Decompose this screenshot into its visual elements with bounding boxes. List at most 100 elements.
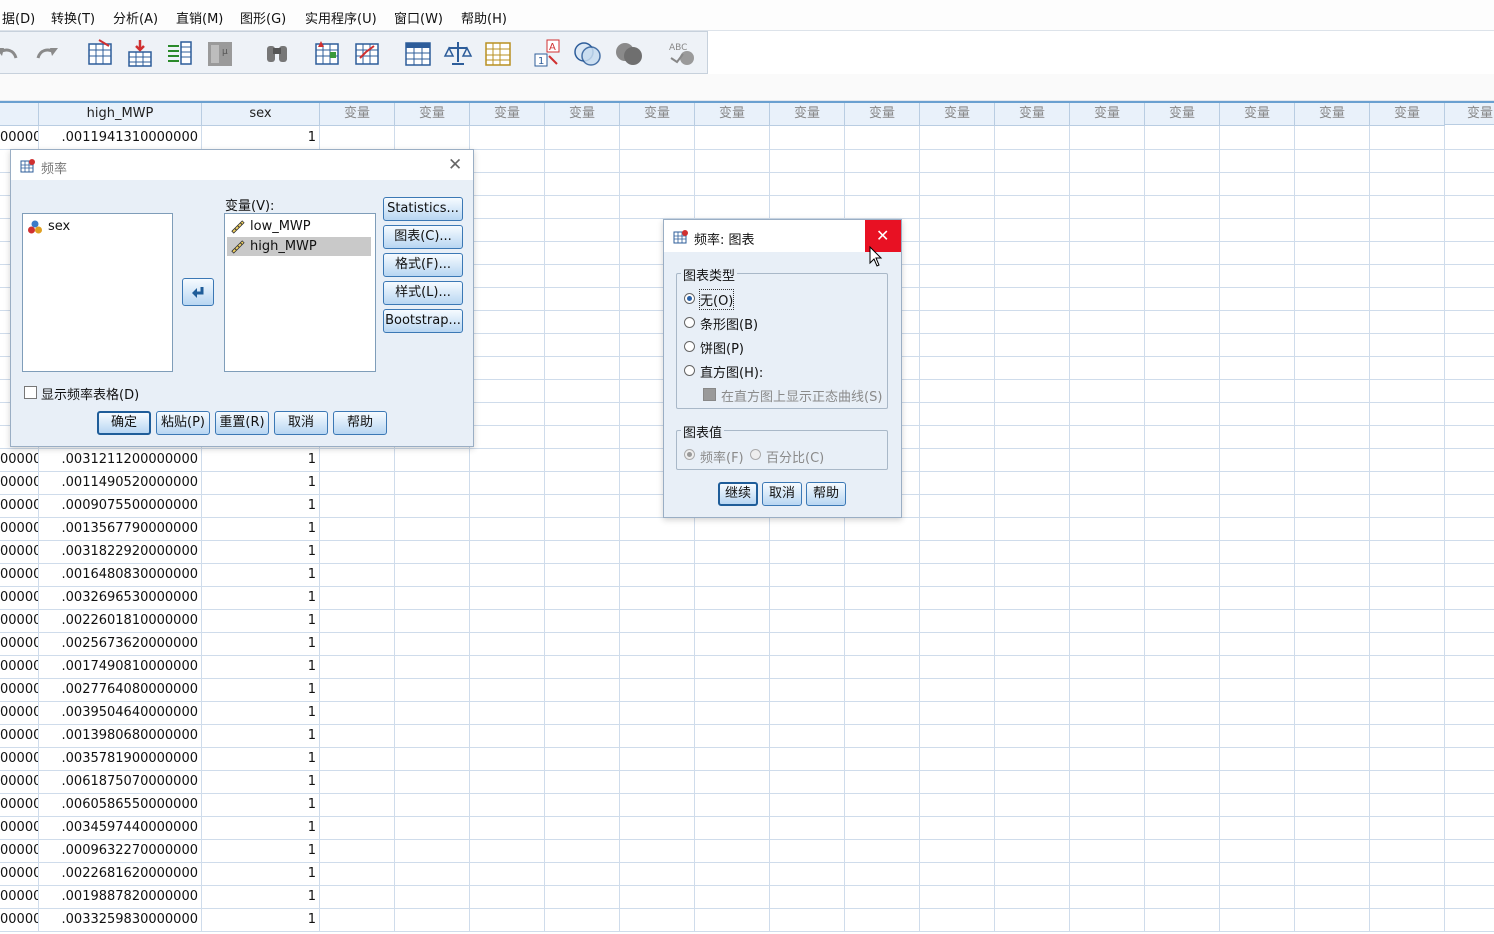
cell-high-mwp[interactable]: .0009075500000000 (39, 494, 202, 517)
cell-partial[interactable]: 00000 (0, 678, 39, 701)
chart-type-none-radio[interactable] (684, 293, 695, 304)
bootstrap-button[interactable]: Bootstrap... (383, 309, 463, 333)
split-file-icon[interactable] (352, 38, 382, 68)
column-header-high-mwp[interactable]: high_MWP (39, 103, 202, 126)
column-header-var[interactable]: 变量 (1145, 103, 1220, 126)
cell-partial[interactable]: 00000 (0, 540, 39, 563)
target-variable-list[interactable]: low_MWP high_MWP (224, 213, 376, 372)
format-button[interactable]: 格式(F)... (383, 253, 463, 277)
cell-sex[interactable]: 1 (202, 655, 320, 678)
cell-high-mwp[interactable]: .0061875070000000 (39, 770, 202, 793)
column-header-var[interactable]: 变量 (470, 103, 545, 126)
goto-variable-icon[interactable] (125, 38, 155, 68)
value-labels-icon[interactable]: μ (205, 38, 235, 68)
value-font-icon[interactable]: A1 (533, 38, 563, 68)
cell-high-mwp[interactable]: .0031822920000000 (39, 540, 202, 563)
menu-window[interactable]: 窗口(W) (394, 8, 443, 27)
cell-sex[interactable]: 1 (202, 563, 320, 586)
chart-type-pie-radio[interactable] (684, 341, 695, 352)
cell-sex[interactable]: 1 (202, 632, 320, 655)
column-header-sex[interactable]: sex (202, 103, 320, 126)
cell-partial[interactable]: 00000 (0, 701, 39, 724)
use-variable-sets-icon[interactable] (573, 38, 603, 68)
help-button[interactable]: 帮助 (806, 482, 846, 506)
goto-case-icon[interactable] (85, 38, 115, 68)
chart-type-histogram-radio[interactable] (684, 365, 695, 376)
cell-partial[interactable]: 00000 (0, 126, 39, 149)
menu-utilities[interactable]: 实用程序(U) (305, 8, 377, 27)
normal-curve-checkbox[interactable] (703, 388, 716, 401)
reset-button[interactable]: 重置(R) (215, 411, 269, 435)
insert-cases-icon[interactable] (312, 38, 342, 68)
cell-partial[interactable]: 00000 (0, 816, 39, 839)
cell-sex[interactable]: 1 (202, 471, 320, 494)
column-header-var[interactable]: 变量 (395, 103, 470, 126)
cell-high-mwp[interactable]: .0033259830000000 (39, 908, 202, 931)
column-header-var[interactable]: 变量 (620, 103, 695, 126)
cell-partial[interactable]: 00000 (0, 885, 39, 908)
cell-high-mwp[interactable]: .0032696530000000 (39, 586, 202, 609)
variables-icon[interactable] (165, 38, 195, 68)
column-header-var[interactable]: 变量 (1220, 103, 1295, 126)
cell-high-mwp[interactable]: .0009632270000000 (39, 839, 202, 862)
cell-sex[interactable]: 1 (202, 770, 320, 793)
cell-partial[interactable]: 00000 (0, 862, 39, 885)
cell-sex[interactable]: 1 (202, 494, 320, 517)
column-header-var[interactable]: 变量 (545, 103, 620, 126)
menu-data[interactable]: 据(D) (2, 8, 35, 27)
move-variable-button[interactable] (182, 278, 214, 306)
chart-type-bar-radio[interactable] (684, 317, 695, 328)
redo-icon[interactable] (32, 38, 62, 68)
column-header-var[interactable]: 变量 (695, 103, 770, 126)
menu-analyze[interactable]: 分析(A) (113, 8, 158, 27)
cell-high-mwp[interactable]: .0031211200000000 (39, 448, 202, 471)
close-icon[interactable]: ✕ (448, 155, 462, 175)
chart-values-frequency-radio[interactable] (684, 449, 695, 460)
cell-partial[interactable]: 00000 (0, 632, 39, 655)
column-header-var[interactable]: 变量 (1295, 103, 1370, 126)
statistics-button[interactable]: Statistics... (383, 197, 463, 221)
menu-transform[interactable]: 转换(T) (51, 8, 95, 27)
cell-partial[interactable]: 00000 (0, 517, 39, 540)
cell-partial[interactable]: 00000 (0, 747, 39, 770)
help-button[interactable]: 帮助 (333, 411, 387, 435)
cell-sex[interactable]: 1 (202, 701, 320, 724)
list-item-selected[interactable]: high_MWP (227, 237, 371, 256)
cell-partial[interactable]: 00000 (0, 839, 39, 862)
cell-high-mwp[interactable]: .0013567790000000 (39, 517, 202, 540)
column-header-var[interactable]: 变量 (845, 103, 920, 126)
cell-sex[interactable]: 1 (202, 448, 320, 471)
undo-icon[interactable] (0, 38, 22, 68)
cell-sex[interactable]: 1 (202, 747, 320, 770)
cell-sex[interactable]: 1 (202, 816, 320, 839)
cell-high-mwp[interactable]: .0022601810000000 (39, 609, 202, 632)
cell-sex[interactable]: 1 (202, 724, 320, 747)
continue-button[interactable]: 继续 (718, 482, 758, 506)
cell-sex[interactable]: 1 (202, 678, 320, 701)
cell-partial[interactable]: 00000 (0, 448, 39, 471)
column-header-var[interactable]: 变量 (320, 103, 395, 126)
cell-partial[interactable]: 00000 (0, 586, 39, 609)
spell-check-icon[interactable]: ABC (667, 38, 697, 68)
cell-high-mwp[interactable]: .0013980680000000 (39, 724, 202, 747)
cell-sex[interactable]: 1 (202, 126, 320, 149)
cell-high-mwp[interactable]: .0022681620000000 (39, 862, 202, 885)
cell-sex[interactable]: 1 (202, 908, 320, 931)
column-header-partial[interactable] (0, 103, 39, 126)
show-all-variables-icon[interactable] (614, 38, 644, 68)
ok-button[interactable]: 确定 (97, 411, 151, 435)
column-header-var[interactable]: 变量 (1370, 103, 1445, 126)
column-header-var[interactable]: 变量 (1445, 103, 1494, 125)
menu-direct-marketing[interactable]: 直销(M) (176, 8, 223, 27)
cell-partial[interactable]: 00000 (0, 494, 39, 517)
cell-sex[interactable]: 1 (202, 862, 320, 885)
cancel-button[interactable]: 取消 (274, 411, 328, 435)
menu-help[interactable]: 帮助(H) (461, 8, 507, 27)
cell-sex[interactable]: 1 (202, 517, 320, 540)
data-table-icon[interactable] (483, 38, 513, 68)
cell-high-mwp[interactable]: .0011490520000000 (39, 471, 202, 494)
cell-sex[interactable]: 1 (202, 885, 320, 908)
cell-high-mwp[interactable]: .0011941310000000 (39, 126, 202, 149)
cell-high-mwp[interactable]: .0027764080000000 (39, 678, 202, 701)
cell-high-mwp[interactable]: .0025673620000000 (39, 632, 202, 655)
